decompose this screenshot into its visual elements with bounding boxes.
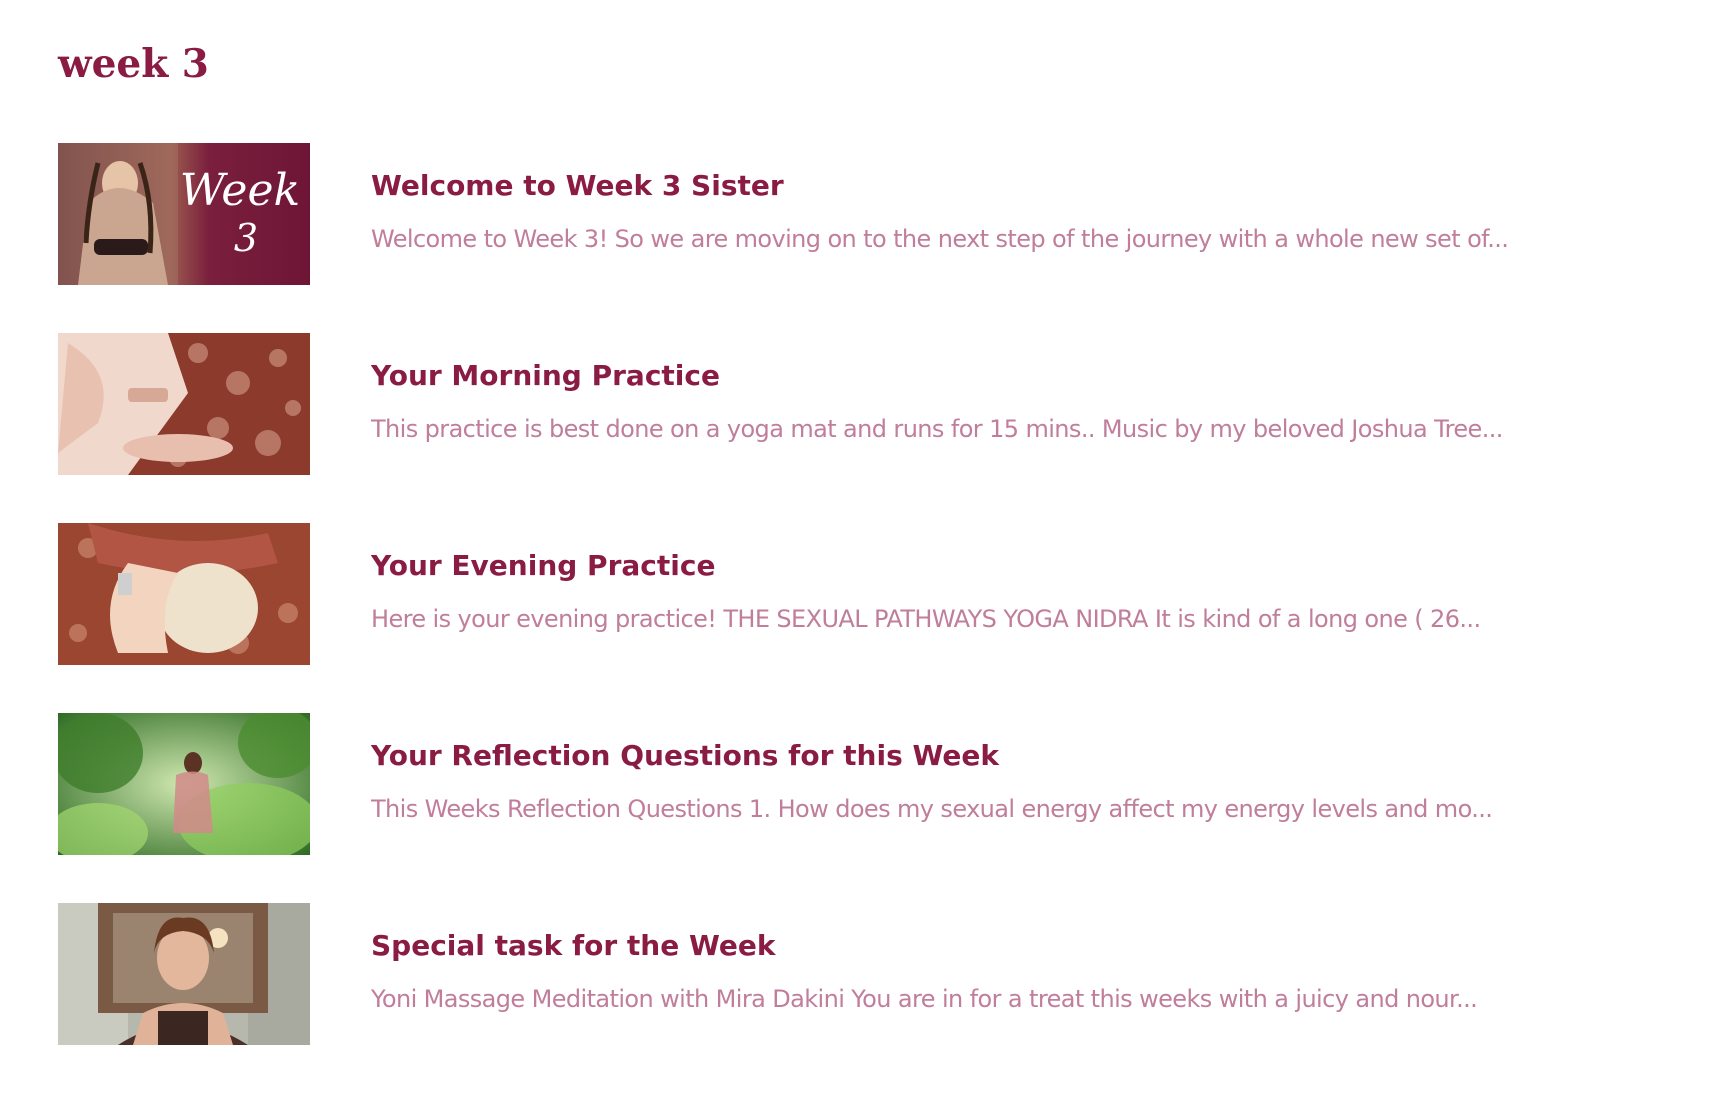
lesson-thumbnail[interactable] — [58, 903, 310, 1045]
lesson-thumbnail[interactable] — [58, 713, 310, 855]
lesson-excerpt: Yoni Massage Meditation with Mira Dakini… — [371, 985, 1478, 1013]
lesson-item[interactable]: Special task for the Week Yoni Massage M… — [58, 903, 1678, 1045]
lesson-excerpt: This Weeks Reflection Questions 1. How d… — [371, 795, 1493, 823]
lesson-excerpt: Here is your evening practice! THE SEXUA… — [371, 605, 1481, 633]
thumbnail-reflection-image — [58, 713, 310, 855]
lesson-thumbnail[interactable]: Week 3 — [58, 143, 310, 285]
lesson-text: Your Reflection Questions for this Week … — [371, 737, 1671, 825]
lesson-text: Welcome to Week 3 Sister Welcome to Week… — [371, 167, 1671, 255]
lesson-item[interactable]: Your Evening Practice Here is your eveni… — [58, 523, 1678, 665]
lesson-title-link[interactable]: Your Evening Practice — [371, 547, 1671, 585]
lesson-item[interactable]: Your Morning Practice This practice is b… — [58, 333, 1678, 475]
thumbnail-evening-practice-image — [58, 523, 310, 665]
lesson-item[interactable]: Your Reflection Questions for this Week … — [58, 713, 1678, 855]
thumbnail-overlay-line2: 3 — [234, 216, 258, 260]
section-title: week 3 — [58, 41, 209, 87]
thumbnail-overlay-line1: Week — [180, 165, 300, 216]
lesson-thumbnail[interactable] — [58, 523, 310, 665]
lesson-list: Week 3 Welcome to Week 3 Sister Welcome … — [58, 143, 1678, 1093]
lesson-item[interactable]: Week 3 Welcome to Week 3 Sister Welcome … — [58, 143, 1678, 285]
lesson-text: Your Morning Practice This practice is b… — [371, 357, 1671, 445]
lesson-text: Your Evening Practice Here is your eveni… — [371, 547, 1671, 635]
lesson-excerpt: This practice is best done on a yoga mat… — [371, 415, 1503, 443]
lesson-excerpt: Welcome to Week 3! So we are moving on t… — [371, 225, 1509, 253]
lesson-thumbnail[interactable] — [58, 333, 310, 475]
lesson-title-link[interactable]: Your Reflection Questions for this Week — [371, 737, 1671, 775]
lesson-title-link[interactable]: Welcome to Week 3 Sister — [371, 167, 1671, 205]
lesson-text: Special task for the Week Yoni Massage M… — [371, 927, 1671, 1015]
lesson-title-link[interactable]: Special task for the Week — [371, 927, 1671, 965]
thumbnail-special-task-image — [58, 903, 310, 1045]
lesson-title-link[interactable]: Your Morning Practice — [371, 357, 1671, 395]
thumbnail-week3-image: Week 3 — [58, 143, 310, 285]
thumbnail-morning-practice-image — [58, 333, 310, 475]
